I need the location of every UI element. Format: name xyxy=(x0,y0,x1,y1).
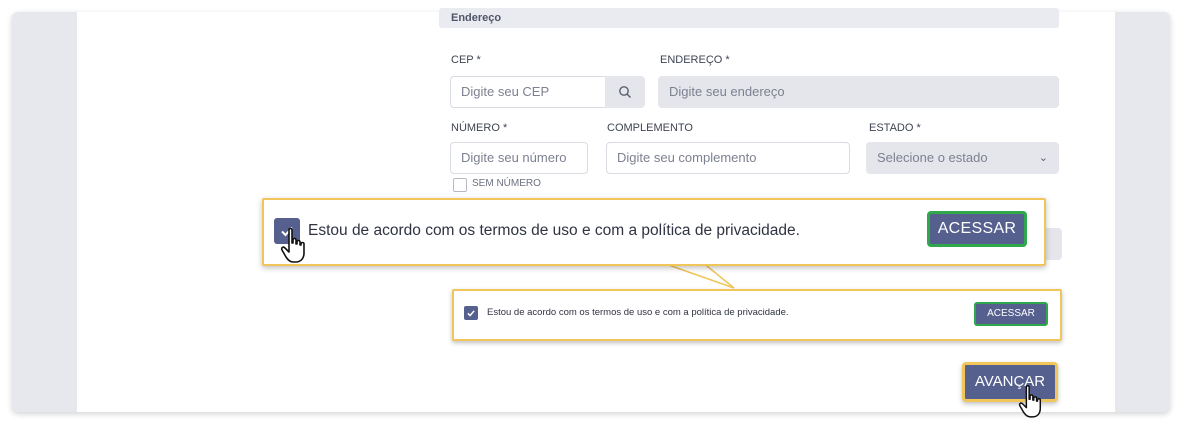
terms-zoom-callout: Estou de acordo com os termos de uso e c… xyxy=(262,198,1046,266)
terms-text-zoomed: Estou de acordo com os termos de uso e c… xyxy=(308,222,800,239)
acessar-button-zoomed[interactable]: ACESSAR xyxy=(927,211,1027,247)
terms-checkbox[interactable] xyxy=(464,306,478,320)
terms-card: Estou de acordo com os termos de uso e c… xyxy=(452,289,1062,341)
acessar-button[interactable]: ACESSAR xyxy=(974,302,1048,326)
terms-text: Estou de acordo com os termos de uso e c… xyxy=(487,307,789,318)
hand-pointer-icon xyxy=(1018,385,1042,418)
check-icon xyxy=(467,310,475,317)
hand-pointer-icon xyxy=(280,227,305,263)
